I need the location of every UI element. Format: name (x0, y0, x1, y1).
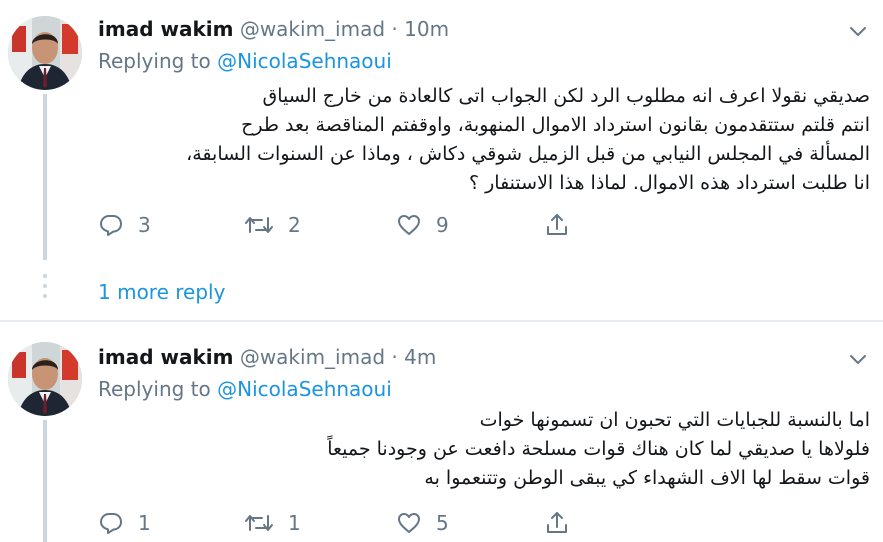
tweet-actions: 3 2 9 (98, 210, 598, 240)
more-replies-link[interactable]: 1 more reply (98, 279, 225, 305)
chevron-down-icon[interactable] (847, 348, 869, 370)
retweet-count: 1 (288, 511, 301, 535)
tweet-text-line: المسألة في المجلس النيابي من قبل الزميل … (186, 143, 870, 165)
author-name[interactable]: imad wakim (98, 345, 233, 369)
timestamp[interactable]: 4m (404, 345, 436, 369)
mention-link[interactable]: @NicolaSehnaoui (217, 49, 392, 73)
chevron-down-icon[interactable] (847, 20, 869, 42)
retweet-icon (245, 515, 273, 531)
reply-icon (100, 513, 122, 534)
tweet[interactable]: imad wakim @wakim_imad · 10m Replying to… (0, 0, 883, 320)
reply-icon (100, 215, 122, 236)
timestamp[interactable]: 10m (404, 17, 449, 41)
heart-icon (398, 513, 420, 533)
replying-to: Replying to @NicolaSehnaoui (98, 48, 392, 74)
tweet-text: اما بالنسبة للجبايات التي تحبون ان تسمون… (98, 406, 870, 493)
share-icon (547, 214, 567, 235)
author-handle[interactable]: @wakim_imad (240, 345, 385, 369)
tweet-header: imad wakim @wakim_imad · 4m (98, 344, 436, 370)
tweet-text-line: انا طلبت استرداد هذه الاموال. لماذا هذا … (468, 172, 870, 194)
tweet-text-line: اما بالنسبة للجبايات التي تحبون ان تسمون… (479, 409, 870, 431)
mention-link[interactable]: @NicolaSehnaoui (217, 377, 392, 401)
tweet[interactable]: imad wakim @wakim_imad · 4m Replying to … (0, 322, 883, 542)
avatar[interactable] (8, 342, 82, 416)
reply-count: 1 (138, 511, 151, 535)
tweet-header: imad wakim @wakim_imad · 10m (98, 16, 449, 42)
reply-button[interactable]: 1 (98, 508, 151, 538)
like-count: 9 (436, 213, 449, 237)
retweet-button[interactable]: 2 (244, 210, 301, 240)
thread-line (43, 420, 47, 542)
replying-to-label: Replying to (98, 377, 211, 401)
like-count: 5 (436, 511, 449, 535)
share-button[interactable] (544, 508, 570, 538)
share-icon (547, 512, 567, 533)
tweet-text-line: قوات سقط لها الاف الشهداء كي يبقى الوطن … (424, 467, 870, 489)
reply-button[interactable]: 3 (98, 210, 151, 240)
author-name[interactable]: imad wakim (98, 17, 233, 41)
tweet-text-line: فلولاها يا صديقي لما كان هناك قوات مسلحة… (327, 438, 870, 460)
share-button[interactable] (544, 210, 570, 240)
separator-dot: · (391, 17, 398, 41)
author-handle[interactable]: @wakim_imad (240, 17, 385, 41)
avatar[interactable] (8, 16, 82, 90)
tweet-text: صديقي نقولا اعرف انه مطلوب الرد لكن الجو… (98, 82, 870, 198)
retweet-button[interactable]: 1 (244, 508, 301, 538)
like-button[interactable]: 9 (396, 210, 449, 240)
replying-to: Replying to @NicolaSehnaoui (98, 376, 392, 402)
retweet-count: 2 (288, 213, 301, 237)
tweet-text-line: انتم قلتم ستتقدمون بقانون استرداد الاموا… (241, 114, 870, 136)
separator-dot: · (391, 345, 398, 369)
tweet-text-line: صديقي نقولا اعرف انه مطلوب الرد لكن الجو… (262, 85, 870, 107)
tweet-actions: 1 1 5 (98, 508, 598, 538)
reply-count: 3 (138, 213, 151, 237)
more-replies-dots-icon (43, 274, 47, 298)
thread-line (43, 94, 47, 260)
replying-to-label: Replying to (98, 49, 211, 73)
retweet-icon (245, 217, 273, 233)
like-button[interactable]: 5 (396, 508, 449, 538)
heart-icon (398, 215, 420, 235)
